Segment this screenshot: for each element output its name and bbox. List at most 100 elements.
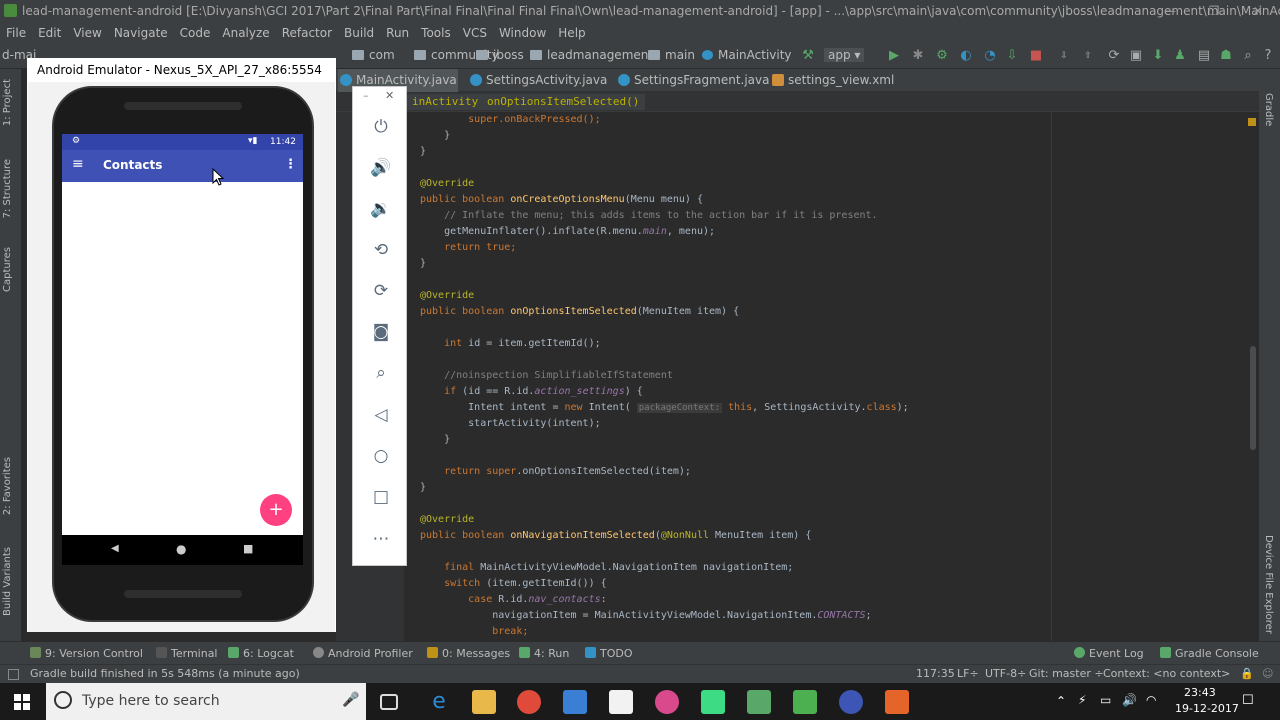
powerpoint-icon[interactable] [885, 690, 909, 714]
run-icon[interactable]: ▶ [886, 48, 902, 64]
code-line[interactable]: int id = item.getItemId(); [420, 336, 601, 352]
tool-captures[interactable]: Captures [2, 247, 13, 292]
breadcrumb-leadmanagement[interactable]: leadmanagement [530, 48, 653, 62]
tool-project[interactable]: 1: Project [2, 79, 13, 126]
search-icon[interactable]: ⌕ [1240, 48, 1256, 64]
breadcrumb-jboss[interactable]: jboss [476, 48, 524, 62]
code-line[interactable]: return super.onOptionsItemSelected(item)… [420, 464, 691, 480]
line-separator[interactable]: LF÷ [957, 667, 979, 680]
help-icon[interactable]: ? [1260, 48, 1276, 64]
panel-close-icon[interactable]: ✕ [385, 89, 394, 102]
tool-event-log[interactable]: Event Log [1074, 647, 1144, 660]
tool-gradle[interactable]: Gradle [1263, 93, 1274, 126]
groove-music-icon[interactable] [655, 690, 679, 714]
file-encoding[interactable]: UTF-8÷ [985, 667, 1026, 680]
chrome-icon[interactable] [517, 690, 541, 714]
code-line[interactable]: Intent intent = new Intent( packageConte… [420, 400, 909, 416]
inspector-icon[interactable]: ☺ [1262, 667, 1273, 680]
panel-minimize-icon[interactable]: – [363, 89, 369, 102]
home-icon[interactable]: ● [176, 542, 186, 556]
menu-edit[interactable]: Edit [32, 26, 67, 40]
context-indicator[interactable]: Context: <no context> [1103, 667, 1230, 680]
code-line[interactable]: startActivity(intent); [420, 416, 600, 432]
mail-icon[interactable] [609, 690, 633, 714]
code-line[interactable]: switch (item.getItemId()) { [420, 576, 607, 592]
profile-icon[interactable]: ◐ [958, 48, 974, 64]
wifi-icon[interactable]: ◠ [1146, 693, 1156, 707]
show-hidden-icons-icon[interactable]: ⌃ [1056, 694, 1066, 708]
android-studio-icon[interactable] [701, 690, 725, 714]
power-icon[interactable]: ⏻ [370, 116, 392, 138]
tool-structure[interactable]: 7: Structure [2, 159, 13, 218]
code-line[interactable]: } [420, 144, 426, 160]
overflow-menu-icon[interactable]: ⋮ [284, 157, 297, 172]
stop-icon[interactable]: ■ [1028, 48, 1044, 64]
minimize-button[interactable]: — [1148, 0, 1192, 22]
code-line[interactable]: if (id == R.id.action_settings) { [420, 384, 643, 400]
vcs-commit-icon[interactable]: ⇧ [1080, 48, 1096, 64]
attach-icon[interactable]: ⚙ [934, 48, 950, 64]
toggle-tool-windows-icon[interactable] [8, 669, 19, 680]
code-line[interactable]: // Inflate the menu; this adds items to … [420, 208, 877, 224]
android-icon[interactable]: ☗ [1218, 48, 1234, 64]
menu-view[interactable]: View [67, 26, 107, 40]
menu-run[interactable]: Run [380, 26, 415, 40]
store-icon[interactable] [563, 690, 587, 714]
menu-window[interactable]: Window [493, 26, 552, 40]
code-line[interactable]: break; [420, 624, 528, 640]
code-editor[interactable]: super.onBackPressed(); }} @Override public… [404, 112, 1259, 641]
git-icon[interactable] [793, 690, 817, 714]
android-monitor-icon[interactable]: ♟ [1172, 48, 1188, 64]
git-branch[interactable]: Git: master ÷ [1029, 667, 1104, 680]
edge-icon[interactable]: e [427, 690, 451, 714]
code-line[interactable]: } [420, 128, 450, 144]
debug-icon[interactable]: ✱ [910, 48, 926, 64]
avd-manager-icon[interactable]: ▣ [1128, 48, 1144, 64]
rotate-right-icon[interactable]: ⟳ [370, 280, 392, 302]
tool-device-file-explorer[interactable]: Device File Explorer [1263, 535, 1274, 634]
code-line[interactable]: @Override [420, 512, 474, 528]
code-line[interactable]: } [420, 480, 426, 496]
more-icon[interactable]: ⋯ [370, 528, 392, 550]
volume-icon[interactable]: 🔊 [1122, 693, 1137, 707]
overview-icon[interactable]: □ [370, 486, 392, 508]
tool-gradle-console[interactable]: Gradle Console [1160, 647, 1259, 660]
run-config-select[interactable]: app ▾ [824, 48, 865, 62]
code-line[interactable]: navigationItem = MainActivityViewModel.N… [420, 608, 871, 624]
emulator-icon[interactable] [747, 690, 771, 714]
taskbar-search-box[interactable]: Type here to search 🎤 [46, 683, 366, 720]
sync-icon[interactable]: ⟳ [1106, 48, 1122, 64]
menu-build[interactable]: Build [338, 26, 380, 40]
breadcrumb-class[interactable]: inActivity [406, 94, 485, 110]
taskbar-date[interactable]: 19-12-2017 [1175, 702, 1239, 715]
tool-logcat[interactable]: 6: Logcat [228, 647, 294, 660]
tab-settingsactivity[interactable]: SettingsActivity.java [468, 69, 607, 92]
tool-run[interactable]: 4: Run [519, 647, 569, 660]
app-icon[interactable] [839, 690, 863, 714]
coverage-icon[interactable]: ◔ [982, 48, 998, 64]
breadcrumb-com[interactable]: com [352, 48, 395, 62]
code-line[interactable]: } [420, 432, 450, 448]
tool-version-control[interactable]: 9: Version Control [30, 647, 143, 660]
close-button[interactable]: ✕ [1236, 0, 1280, 22]
recents-icon[interactable]: ■ [243, 542, 253, 555]
maximize-button[interactable]: ❐ [1192, 0, 1236, 22]
network-icon[interactable]: ⚡ [1078, 693, 1086, 707]
hammer-icon[interactable]: ⚒ [800, 48, 816, 64]
task-view-icon[interactable] [380, 694, 398, 710]
code-line[interactable]: return true; [420, 240, 516, 256]
tab-settings-view-xml[interactable]: settings_view.xml [770, 69, 894, 92]
menu-vcs[interactable]: VCS [457, 26, 493, 40]
back-icon[interactable]: ◁ [370, 404, 392, 426]
tool-build-variants[interactable]: Build Variants [2, 547, 13, 616]
lock-icon[interactable]: 🔒 [1240, 667, 1254, 680]
windows-start-icon[interactable] [14, 694, 30, 710]
taskbar-time[interactable]: 23:43 [1184, 686, 1216, 699]
tool-todo[interactable]: TODO [585, 647, 633, 660]
menu-navigate[interactable]: Navigate [108, 26, 174, 40]
breadcrumb-method[interactable]: onOptionsItemSelected() [481, 94, 646, 110]
code-line[interactable]: case R.id.nav_contacts: [420, 592, 607, 608]
layout-inspector-icon[interactable]: ▤ [1196, 48, 1212, 64]
code-line[interactable]: super.onBackPressed(); [420, 112, 600, 128]
code-line[interactable]: getMenuInflater().inflate(R.menu.main, m… [420, 224, 715, 240]
